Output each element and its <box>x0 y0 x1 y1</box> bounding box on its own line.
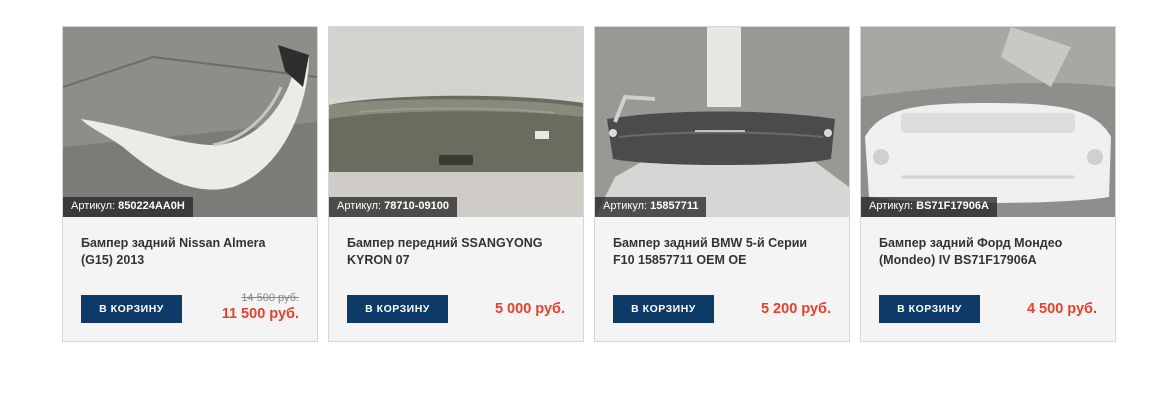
sku-badge: Артикул: 15857711 <box>595 197 707 217</box>
product-photo <box>329 27 583 217</box>
product-image[interactable]: Артикул: 850224AA0H <box>63 27 317 217</box>
price: 4 500 руб. <box>1026 301 1097 317</box>
old-price: 14 500 руб. <box>241 292 299 304</box>
product-card: Артикул: 850224AA0H Бампер задний Nissan… <box>62 26 318 342</box>
price: 5 000 руб. <box>494 301 565 317</box>
sku-badge: Артикул: 78710-09100 <box>329 197 457 217</box>
sku-badge: Артикул: 850224AA0H <box>63 197 193 217</box>
product-photo <box>63 27 317 217</box>
sku-badge: Артикул: BS71F17906A <box>861 197 997 217</box>
product-title[interactable]: Бампер задний Форд Мондео (Mondeo) IV BS… <box>879 235 1094 269</box>
product-title[interactable]: Бампер передний SSANGYONG KYRON 07 <box>347 235 562 269</box>
product-grid: Артикул: 850224AA0H Бампер задний Nissan… <box>62 26 1116 342</box>
product-title[interactable]: Бампер задний BMW 5-й Серии F10 15857711… <box>613 235 828 269</box>
product-image[interactable]: Артикул: 78710-09100 <box>329 27 583 217</box>
product-card: Артикул: 78710-09100 Бампер передний SSA… <box>328 26 584 342</box>
price: 5 200 руб. <box>760 301 831 317</box>
product-image[interactable]: Артикул: BS71F17906A <box>861 27 1115 217</box>
product-title[interactable]: Бампер задний Nissan Almera (G15) 2013 <box>81 235 296 269</box>
product-card: Артикул: 15857711 Бампер задний BMW 5-й … <box>594 26 850 342</box>
product-photo <box>861 27 1115 217</box>
price: 11 500 руб. <box>221 306 299 322</box>
product-image[interactable]: Артикул: 15857711 <box>595 27 849 217</box>
add-to-cart-button[interactable]: В КОРЗИНУ <box>347 295 448 323</box>
add-to-cart-button[interactable]: В КОРЗИНУ <box>879 295 980 323</box>
add-to-cart-button[interactable]: В КОРЗИНУ <box>81 295 182 323</box>
add-to-cart-button[interactable]: В КОРЗИНУ <box>613 295 714 323</box>
product-card: Артикул: BS71F17906A Бампер задний Форд … <box>860 26 1116 342</box>
product-photo <box>595 27 849 217</box>
